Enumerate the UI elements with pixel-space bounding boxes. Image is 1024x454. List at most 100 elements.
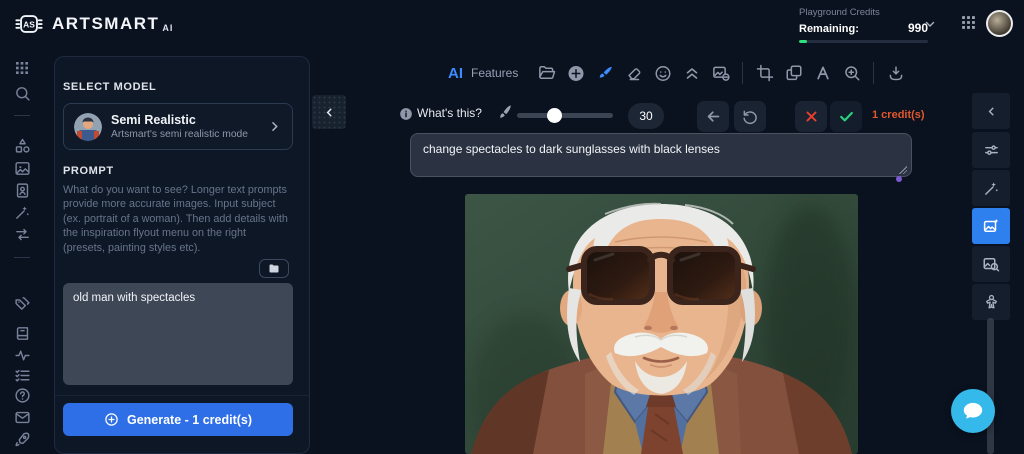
brand-suffix: AI <box>162 23 173 33</box>
apply-edit-button[interactable] <box>830 101 862 132</box>
image-sparkle-icon <box>982 217 1000 235</box>
back-button[interactable] <box>697 101 729 132</box>
book-icon[interactable] <box>13 324 31 342</box>
credits-chevron-down-icon[interactable] <box>923 17 937 31</box>
swap-arrows-icon[interactable] <box>13 225 31 243</box>
ai-label: AI <box>448 65 463 82</box>
rotate-ccw-icon <box>742 109 758 125</box>
activity-icon[interactable] <box>13 346 31 364</box>
svg-text:AS: AS <box>23 19 35 29</box>
edit-credit-cost: 1 credit(s) <box>872 109 925 121</box>
image-icon[interactable] <box>13 159 31 177</box>
credits-progress-fill <box>799 40 807 43</box>
brush-tool-icon[interactable] <box>596 64 614 82</box>
chevron-left-icon <box>323 106 336 119</box>
wand-sparkles-icon <box>983 180 1000 197</box>
prompt-input[interactable]: old man with spectacles <box>63 283 293 385</box>
eraser-icon[interactable] <box>625 64 643 82</box>
credits-title: Playground Credits <box>799 7 928 18</box>
portrait-card-icon[interactable] <box>13 181 31 199</box>
chevron-left-icon <box>985 105 998 118</box>
brush-size-icon <box>495 103 515 123</box>
remove-background-icon[interactable] <box>712 64 730 82</box>
undo-button[interactable] <box>734 101 766 132</box>
features-toolbar: AI Features <box>448 55 910 91</box>
brush-size-slider[interactable] <box>517 113 613 118</box>
credits-progress-bar <box>799 40 928 43</box>
user-avatar[interactable] <box>986 10 1013 37</box>
chevron-right-icon <box>267 119 282 134</box>
left-icon-rail <box>0 48 45 454</box>
right-panel-collapse-button[interactable] <box>972 93 1010 129</box>
download-icon[interactable] <box>887 64 905 82</box>
model-selector[interactable]: Semi Realistic Artsmart's semi realistic… <box>63 103 293 150</box>
plus-circle-icon <box>104 412 119 427</box>
info-icon[interactable] <box>399 107 413 121</box>
pose-person-icon <box>983 294 1000 311</box>
check-icon <box>838 108 855 125</box>
brush-size-value: 30 <box>628 103 664 129</box>
apps-grid-icon[interactable] <box>13 59 31 77</box>
zoom-in-icon[interactable] <box>843 64 861 82</box>
artsmart-playground: AS ARTSMARTAI Playground Credits Remaini… <box>0 0 1024 454</box>
top-bar: AS ARTSMARTAI Playground Credits Remaini… <box>0 0 1024 48</box>
vertical-scrollbar[interactable] <box>987 318 994 454</box>
sliders-icon <box>983 142 1000 159</box>
panel-collapse-button[interactable] <box>312 95 346 129</box>
upscale-chevrons-icon[interactable] <box>683 64 701 82</box>
rocket-icon[interactable] <box>13 430 31 448</box>
smiley-icon[interactable] <box>654 64 672 82</box>
prompt-library-button[interactable] <box>259 259 289 278</box>
search-icon[interactable] <box>13 84 31 102</box>
text-tool-icon[interactable] <box>814 64 832 82</box>
credits-remaining-label: Remaining: <box>799 23 859 35</box>
apps-launcher-icon[interactable] <box>960 14 977 31</box>
add-circle-icon[interactable] <box>567 64 585 82</box>
arrow-left-icon <box>705 108 722 125</box>
filters-tile[interactable] <box>972 132 1010 168</box>
features-label: Features <box>471 66 518 80</box>
chat-widget-button[interactable] <box>951 389 995 433</box>
mail-icon[interactable] <box>13 408 31 426</box>
textarea-resize-handle[interactable] <box>899 166 907 174</box>
folder-icon <box>268 263 280 275</box>
prompt-help-text: What do you want to see? Longer text pro… <box>63 183 291 255</box>
rail-divider <box>14 257 30 258</box>
artsmart-logo-icon: AS <box>14 9 44 39</box>
edit-prompt-input[interactable]: change spectacles to dark sunglasses wit… <box>410 133 912 177</box>
image-search-tile[interactable] <box>972 246 1010 282</box>
magic-wand-icon[interactable] <box>13 203 31 221</box>
slider-knob[interactable] <box>547 108 562 123</box>
chat-bubble-icon <box>960 398 986 424</box>
help-icon[interactable] <box>13 386 31 404</box>
folder-open-icon[interactable] <box>538 64 556 82</box>
generate-button[interactable]: Generate - 1 credit(s) <box>63 403 293 436</box>
select-model-label: SELECT MODEL <box>63 81 156 93</box>
toolbar-separator <box>873 62 874 84</box>
panel-divider <box>55 395 309 396</box>
pose-tile[interactable] <box>972 284 1010 320</box>
image-enhance-tile[interactable] <box>972 208 1010 244</box>
checklist-icon[interactable] <box>13 366 31 384</box>
generation-panel: SELECT MODEL Semi Realistic Artsmart's <box>54 56 310 454</box>
toolbar-separator <box>742 62 743 84</box>
shapes-icon[interactable] <box>13 136 31 154</box>
whats-this-label[interactable]: What's this? <box>417 106 482 120</box>
crop-icon[interactable] <box>756 64 774 82</box>
generated-image[interactable] <box>465 194 858 454</box>
magic-edit-tile[interactable] <box>972 170 1010 206</box>
model-description: Artsmart's semi realistic mode <box>111 129 267 140</box>
generate-label: Generate - 1 credit(s) <box>127 413 252 427</box>
rail-divider <box>14 115 30 116</box>
x-icon <box>804 109 819 124</box>
model-thumbnail <box>74 113 102 141</box>
playground-credits: Playground Credits Remaining: 990 <box>799 7 928 43</box>
tags-icon[interactable] <box>13 294 31 312</box>
cancel-edit-button[interactable] <box>795 101 827 132</box>
prompt-label: PROMPT <box>63 165 114 177</box>
brand-name: ARTSMARTAI <box>52 14 173 34</box>
cursor-dot <box>896 176 902 182</box>
model-name: Semi Realistic <box>111 113 267 127</box>
layers-icon[interactable] <box>785 64 803 82</box>
image-search-icon <box>982 255 1000 273</box>
